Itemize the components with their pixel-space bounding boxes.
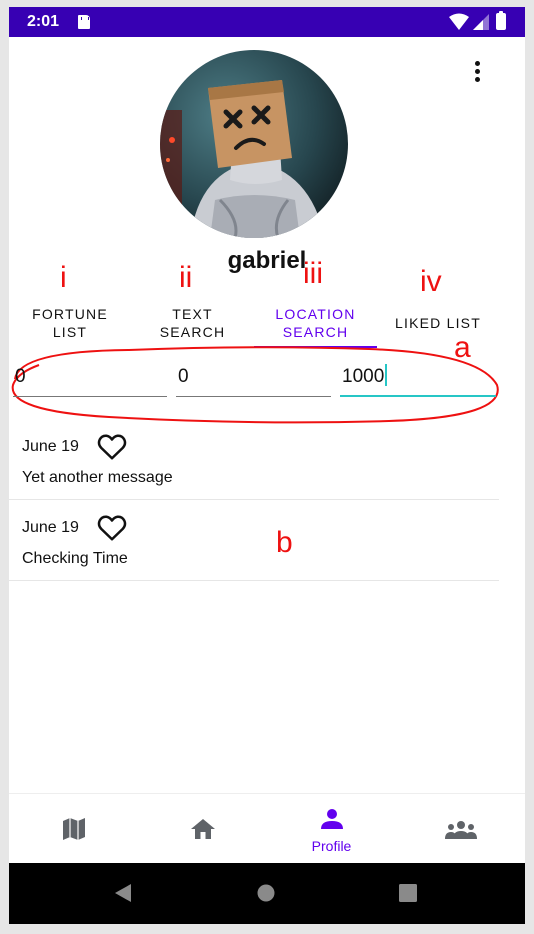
sd-card-icon bbox=[78, 15, 90, 29]
annotation-marker-iv: iv bbox=[420, 265, 442, 298]
tab-indicator bbox=[254, 346, 377, 348]
heart-icon[interactable] bbox=[97, 514, 127, 542]
tab-label-line2: SEARCH bbox=[282, 324, 349, 340]
group-icon bbox=[444, 821, 477, 839]
avatar-image bbox=[160, 50, 348, 238]
overflow-menu-icon[interactable] bbox=[468, 59, 488, 85]
system-navigation-bar bbox=[9, 863, 525, 924]
radius-value-text: 1000 bbox=[342, 366, 385, 387]
message-date: June 19 bbox=[22, 519, 79, 536]
home-button-icon[interactable] bbox=[257, 884, 275, 902]
nav-item-group[interactable] bbox=[396, 794, 525, 864]
nav-item-home[interactable] bbox=[138, 794, 267, 864]
wifi-icon bbox=[449, 13, 469, 30]
annotation-marker-ii: ii bbox=[179, 261, 193, 294]
message-date: June 19 bbox=[22, 438, 79, 455]
back-icon[interactable] bbox=[113, 883, 133, 903]
tab-label-line1: LIKED LIST bbox=[395, 315, 481, 331]
signal-icon bbox=[473, 14, 489, 30]
heart-icon[interactable] bbox=[97, 433, 127, 461]
home-icon bbox=[190, 819, 215, 839]
nav-item-map[interactable] bbox=[9, 794, 138, 864]
list-item[interactable]: June 19 Checking Time bbox=[9, 500, 499, 581]
message-text: Yet another message bbox=[22, 469, 173, 486]
radius-field[interactable]: 1000 bbox=[340, 363, 496, 397]
tab-label-line2: LIST bbox=[52, 324, 88, 340]
annotation-marker-b: b bbox=[276, 526, 293, 559]
tab-label-line2: SEARCH bbox=[159, 324, 226, 340]
annotation-marker-a: a bbox=[454, 331, 471, 364]
nav-label-profile: Profile bbox=[311, 838, 352, 854]
nav-item-profile[interactable]: Profile bbox=[267, 794, 396, 864]
tab-location-search[interactable]: LOCATION SEARCH bbox=[254, 297, 377, 349]
tab-label-line1: LOCATION bbox=[275, 306, 356, 322]
tab-label-line1: TEXT bbox=[172, 306, 213, 322]
min-value-field[interactable]: 0 bbox=[13, 363, 167, 397]
person-icon bbox=[320, 809, 343, 829]
tab-text-search[interactable]: TEXT SEARCH bbox=[131, 297, 254, 349]
tab-label-line1: FORTUNE bbox=[32, 306, 108, 322]
mid-value-text: 0 bbox=[178, 366, 189, 387]
tab-fortune-list[interactable]: FORTUNE LIST bbox=[9, 297, 131, 349]
status-bar: 2:01 bbox=[9, 7, 525, 37]
battery-icon bbox=[496, 11, 506, 30]
avatar bbox=[160, 50, 348, 238]
recents-icon[interactable] bbox=[399, 884, 417, 902]
mid-value-field[interactable]: 0 bbox=[176, 363, 331, 397]
status-time: 2:01 bbox=[27, 13, 60, 30]
list-item[interactable]: June 19 Yet another message bbox=[9, 419, 499, 500]
phone-screen: 2:01 gabriel i ii iii iv FORTUNE LIST TE… bbox=[9, 7, 525, 924]
text-caret bbox=[385, 364, 388, 386]
annotation-marker-i: i bbox=[60, 261, 67, 294]
min-value-text: 0 bbox=[15, 366, 26, 387]
tab-liked-list[interactable]: LIKED LIST bbox=[377, 297, 499, 349]
annotation-marker-iii: iii bbox=[303, 257, 323, 290]
message-text: Checking Time bbox=[22, 550, 128, 567]
bottom-navigation: Profile bbox=[9, 793, 525, 863]
username: gabriel bbox=[227, 247, 307, 274]
map-icon bbox=[62, 818, 85, 840]
